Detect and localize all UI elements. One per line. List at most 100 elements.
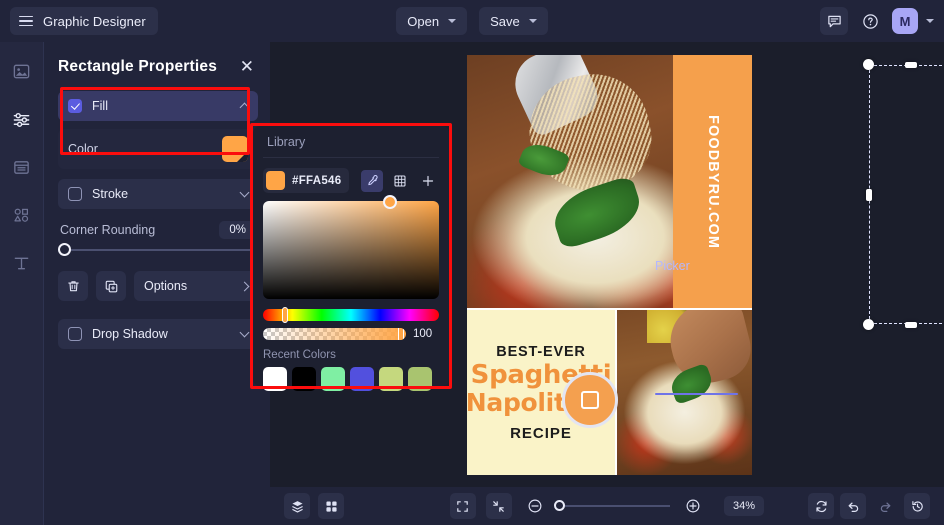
zoom-slider[interactable] bbox=[553, 500, 670, 511]
hamburger-icon bbox=[19, 15, 33, 27]
comment-button[interactable] bbox=[820, 7, 848, 35]
saturation-handle[interactable] bbox=[382, 195, 397, 209]
sidebar-item-image[interactable] bbox=[7, 56, 37, 86]
add-color-button[interactable] bbox=[417, 170, 439, 192]
history-button[interactable] bbox=[904, 493, 930, 519]
fill-color-label: Color bbox=[68, 142, 98, 156]
palette-button[interactable] bbox=[389, 170, 411, 192]
hue-knob[interactable] bbox=[282, 307, 289, 323]
zoom-out-button[interactable] bbox=[522, 493, 548, 519]
help-button[interactable] bbox=[856, 7, 884, 35]
redo-icon bbox=[880, 502, 890, 512]
image-icon bbox=[13, 64, 30, 78]
resize-handle-top-middle[interactable] bbox=[904, 61, 917, 68]
selection-outline bbox=[869, 65, 944, 324]
recent-color-swatch[interactable] bbox=[408, 367, 432, 391]
selection-overlay bbox=[863, 59, 944, 330]
chevron-down-icon[interactable] bbox=[239, 327, 250, 338]
hue-slider[interactable] bbox=[263, 307, 439, 323]
recent-color-swatch[interactable] bbox=[350, 367, 374, 391]
shrink-icon bbox=[493, 500, 505, 512]
duplicate-button[interactable] bbox=[96, 271, 126, 301]
chevron-down-icon bbox=[448, 19, 457, 23]
undo-icon bbox=[848, 502, 858, 512]
fit-frame-button[interactable] bbox=[449, 493, 476, 519]
open-button[interactable]: Open bbox=[396, 7, 468, 35]
corner-rounding-row: Corner Rounding 0% bbox=[60, 221, 256, 239]
fill-checkbox[interactable] bbox=[68, 99, 82, 113]
card-line-4: RECIPE bbox=[510, 424, 572, 442]
bottom-bar: 34% bbox=[270, 487, 944, 525]
refresh-icon bbox=[815, 500, 827, 512]
rectangle-icon bbox=[581, 391, 599, 409]
sidebar-item-adjustments[interactable] bbox=[7, 104, 37, 134]
card-line-1: BEST-EVER bbox=[496, 343, 586, 360]
refresh-button[interactable] bbox=[808, 493, 834, 519]
grid-icon bbox=[325, 500, 337, 512]
drop-shadow-label: Drop Shadow bbox=[92, 327, 168, 341]
top-bar: Graphic Designer Open Save M bbox=[0, 0, 944, 42]
alpha-knob[interactable] bbox=[398, 328, 404, 340]
zoom-in-button[interactable] bbox=[680, 493, 706, 519]
stroke-section-header[interactable]: Stroke bbox=[58, 179, 258, 209]
grid-button[interactable] bbox=[318, 493, 344, 519]
resize-handle-left-middle[interactable] bbox=[865, 188, 872, 201]
drop-shadow-section-header[interactable]: Drop Shadow bbox=[58, 319, 258, 349]
stroke-checkbox[interactable] bbox=[68, 187, 82, 201]
page-icon bbox=[14, 160, 29, 174]
chevron-up-icon[interactable] bbox=[239, 102, 250, 113]
fill-color-row[interactable]: Color bbox=[58, 129, 258, 169]
eyedropper-button[interactable] bbox=[361, 169, 384, 192]
redo-button[interactable] bbox=[872, 493, 898, 519]
account-actions: M bbox=[820, 0, 934, 42]
color-picker-popover: Picker Library #FFA546 100 Recent Colors bbox=[253, 126, 738, 395]
corner-rounding-label: Corner Rounding bbox=[60, 223, 156, 237]
delete-button[interactable] bbox=[58, 271, 88, 301]
tab-picker[interactable]: Picker bbox=[655, 136, 738, 395]
account-chevron-down-icon[interactable] bbox=[926, 19, 934, 23]
save-button[interactable]: Save bbox=[479, 7, 548, 35]
shrink-button[interactable] bbox=[485, 493, 512, 519]
sidebar-item-page[interactable] bbox=[7, 152, 37, 182]
recent-color-swatch[interactable] bbox=[321, 367, 345, 391]
fit-frame-icon bbox=[457, 500, 469, 512]
corner-rounding-knob[interactable] bbox=[58, 243, 71, 256]
alpha-slider[interactable] bbox=[263, 328, 406, 340]
resize-handle-top-left[interactable] bbox=[863, 59, 874, 70]
sidebar-item-text[interactable] bbox=[7, 248, 37, 278]
recent-color-swatch[interactable] bbox=[263, 367, 287, 391]
fill-section-header[interactable]: Fill bbox=[58, 91, 258, 121]
zoom-out-icon bbox=[528, 499, 542, 513]
zoom-level[interactable]: 34% bbox=[723, 496, 765, 516]
eyedropper-icon bbox=[368, 174, 378, 185]
hex-value: #FFA546 bbox=[292, 174, 342, 187]
fill-color-swatch[interactable] bbox=[222, 136, 248, 162]
chevron-right-icon bbox=[239, 281, 250, 291]
options-button[interactable]: Options bbox=[134, 271, 258, 301]
recent-color-swatch[interactable] bbox=[292, 367, 316, 391]
resize-handle-bottom-middle[interactable] bbox=[904, 321, 917, 328]
corner-rounding-slider[interactable] bbox=[58, 243, 256, 256]
chevron-down-icon[interactable] bbox=[239, 187, 250, 198]
hex-input[interactable]: #FFA546 bbox=[263, 168, 350, 193]
app-title: Graphic Designer bbox=[43, 13, 146, 29]
sidebar-item-shapes[interactable] bbox=[7, 200, 37, 230]
saturation-value-area[interactable] bbox=[263, 195, 439, 299]
resize-handle-bottom-left[interactable] bbox=[863, 319, 874, 330]
recent-color-swatch[interactable] bbox=[379, 367, 403, 391]
save-label: Save bbox=[490, 13, 520, 29]
sliders-icon bbox=[13, 112, 30, 127]
layers-button[interactable] bbox=[284, 493, 310, 519]
avatar[interactable]: M bbox=[892, 8, 918, 34]
shape-actions: Options bbox=[58, 271, 258, 301]
drop-shadow-checkbox[interactable] bbox=[68, 327, 82, 341]
corner-rounding-value[interactable]: 0% bbox=[219, 221, 256, 239]
app-menu-button[interactable]: Graphic Designer bbox=[10, 7, 158, 35]
undo-button[interactable] bbox=[840, 493, 866, 519]
tab-library[interactable]: Library bbox=[267, 126, 305, 158]
close-icon[interactable]: ✕ bbox=[236, 56, 258, 77]
panel-header: Rectangle Properties ✕ bbox=[58, 56, 258, 77]
page-title: Rectangle Properties bbox=[58, 57, 218, 75]
zoom-knob[interactable] bbox=[553, 500, 565, 511]
hex-row: #FFA546 bbox=[263, 168, 439, 193]
